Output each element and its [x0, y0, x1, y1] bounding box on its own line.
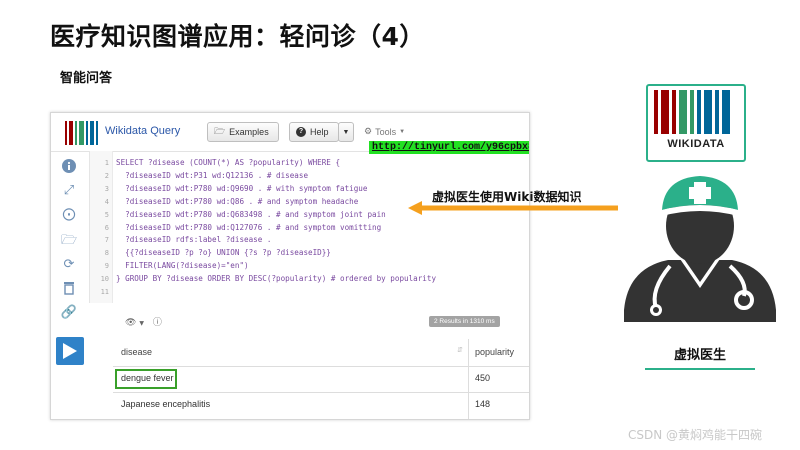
table-cell-disease: dengue fever — [121, 373, 174, 383]
line-number: 5 — [104, 210, 109, 219]
trash-icon[interactable] — [60, 281, 78, 297]
column-header-disease[interactable]: disease — [121, 339, 152, 365]
line-number: 7 — [104, 236, 109, 245]
slide-title: 医疗知识图谱应用：轻问诊（4） — [50, 22, 425, 51]
doctor-icon — [624, 176, 776, 322]
history-icon[interactable]: ⟳ — [60, 257, 78, 273]
line-number: 8 — [104, 249, 109, 258]
code-line: ?diseaseID rdfs:label ?disease . — [116, 235, 272, 245]
tools-label: Tools — [375, 126, 397, 137]
pin-icon[interactable]: ⨀ — [60, 207, 78, 223]
line-number-gutter: 1 2 3 4 5 6 7 8 9 10 11 — [90, 151, 113, 303]
results-toolbar: 👁 ▼ ⓘ 2 Results in 1310 ms — [89, 307, 529, 333]
help-dropdown-toggle[interactable]: ▼ — [338, 122, 354, 142]
play-icon — [63, 343, 77, 359]
watermark: CSDN @黄焖鸡能干四碗 — [628, 428, 763, 442]
line-number: 3 — [104, 184, 109, 193]
line-number: 9 — [104, 262, 109, 271]
query-editor[interactable]: 1 2 3 4 5 6 7 8 9 10 11 SELECT ?disease (COUNT(*) … — [89, 151, 529, 303]
caret-down-icon: ▼ — [399, 128, 406, 135]
wikidata-logo: WIKIDATA — [646, 84, 746, 162]
examples-label: Examples — [229, 127, 269, 137]
wikidata-barcode-logo-icon[interactable] — [65, 121, 100, 145]
code-line: ?diseaseID wdt:P780 wd:Q86 . # and sympt… — [116, 196, 359, 206]
table-cell-disease: Japanese encephalitis — [121, 399, 211, 409]
line-number: 10 — [100, 275, 109, 284]
code-line: ?diseaseID wdt:P780 wd:Q127076 . # and s… — [116, 222, 382, 232]
code-line: FILTER(LANG(?disease)="en") — [116, 261, 249, 271]
caret-down-icon: ▼ — [139, 320, 144, 327]
code-line: SELECT ?disease (COUNT(*) AS ?popularity… — [116, 158, 341, 167]
tools-menu[interactable]: ⚙ Tools ▼ — [364, 126, 405, 137]
section-label: 智能问答 — [60, 71, 113, 86]
caret-down-icon: ▼ — [342, 128, 350, 136]
info-icon[interactable] — [60, 159, 78, 175]
wikidata-wordmark: WIKIDATA — [667, 138, 725, 150]
code-line: ?diseaseID wdt:P31 wd:Q12136 . # disease — [116, 170, 309, 180]
wikidata-query-screenshot: Wikidata Query 🗁 Examples ? Help ▼ ⚙ Too… — [50, 112, 530, 420]
code-line: ?diseaseID wdt:P780 wd:Q683498 . # and s… — [116, 209, 386, 219]
help-button[interactable]: ? Help — [289, 122, 339, 142]
column-header-popularity[interactable]: popularity — [475, 339, 514, 365]
code-line: } GROUP BY ?disease ORDER BY DESC(?popul… — [116, 274, 437, 284]
folder-icon: 🗁 — [214, 126, 226, 136]
table-cell-popularity: 148 — [475, 399, 491, 409]
link-icon[interactable]: 🔗 — [60, 305, 78, 321]
query-toolbar: Wikidata Query 🗁 Examples ? Help ▼ ⚙ Too… — [51, 113, 529, 154]
doctor-label: 虚拟医生 — [673, 348, 726, 363]
wikidata-barcode-icon — [654, 90, 733, 134]
app-name: Wikidata Query — [105, 125, 181, 137]
table-cell-popularity: 450 — [475, 373, 491, 383]
result-count-badge: 2 Results in 1310 ms — [429, 316, 500, 327]
code-line: ?diseaseID wdt:P780 wd:Q9690 . # with sy… — [116, 183, 368, 193]
help-icon: ? — [296, 127, 306, 137]
line-number: 11 — [100, 288, 109, 296]
query-sidebar: ⤢ ⨀ 🗁 ⟳ 🔗 — [51, 151, 87, 419]
line-number: 2 — [104, 171, 109, 180]
code-line: {{?diseaseID ?p ?o} UNION {?s ?p ?diseas… — [116, 248, 331, 258]
line-number: 4 — [104, 197, 109, 206]
info-icon: ⓘ — [152, 318, 162, 328]
sort-icon[interactable]: ⇵ — [457, 346, 463, 354]
arrow-left-icon — [408, 201, 618, 215]
line-number: 1 — [104, 159, 109, 167]
folder-open-icon[interactable]: 🗁 — [60, 233, 78, 249]
help-label: Help — [310, 127, 329, 137]
display-options[interactable]: 👁 ▼ ⓘ — [125, 315, 162, 328]
run-query-button[interactable] — [56, 337, 84, 365]
line-number: 6 — [104, 223, 109, 232]
eye-icon: 👁 — [125, 318, 137, 328]
expand-icon[interactable]: ⤢ — [60, 183, 78, 199]
examples-button[interactable]: 🗁 Examples — [207, 122, 279, 142]
doctor-label-underline — [645, 368, 755, 370]
gear-icon: ⚙ — [364, 126, 373, 136]
